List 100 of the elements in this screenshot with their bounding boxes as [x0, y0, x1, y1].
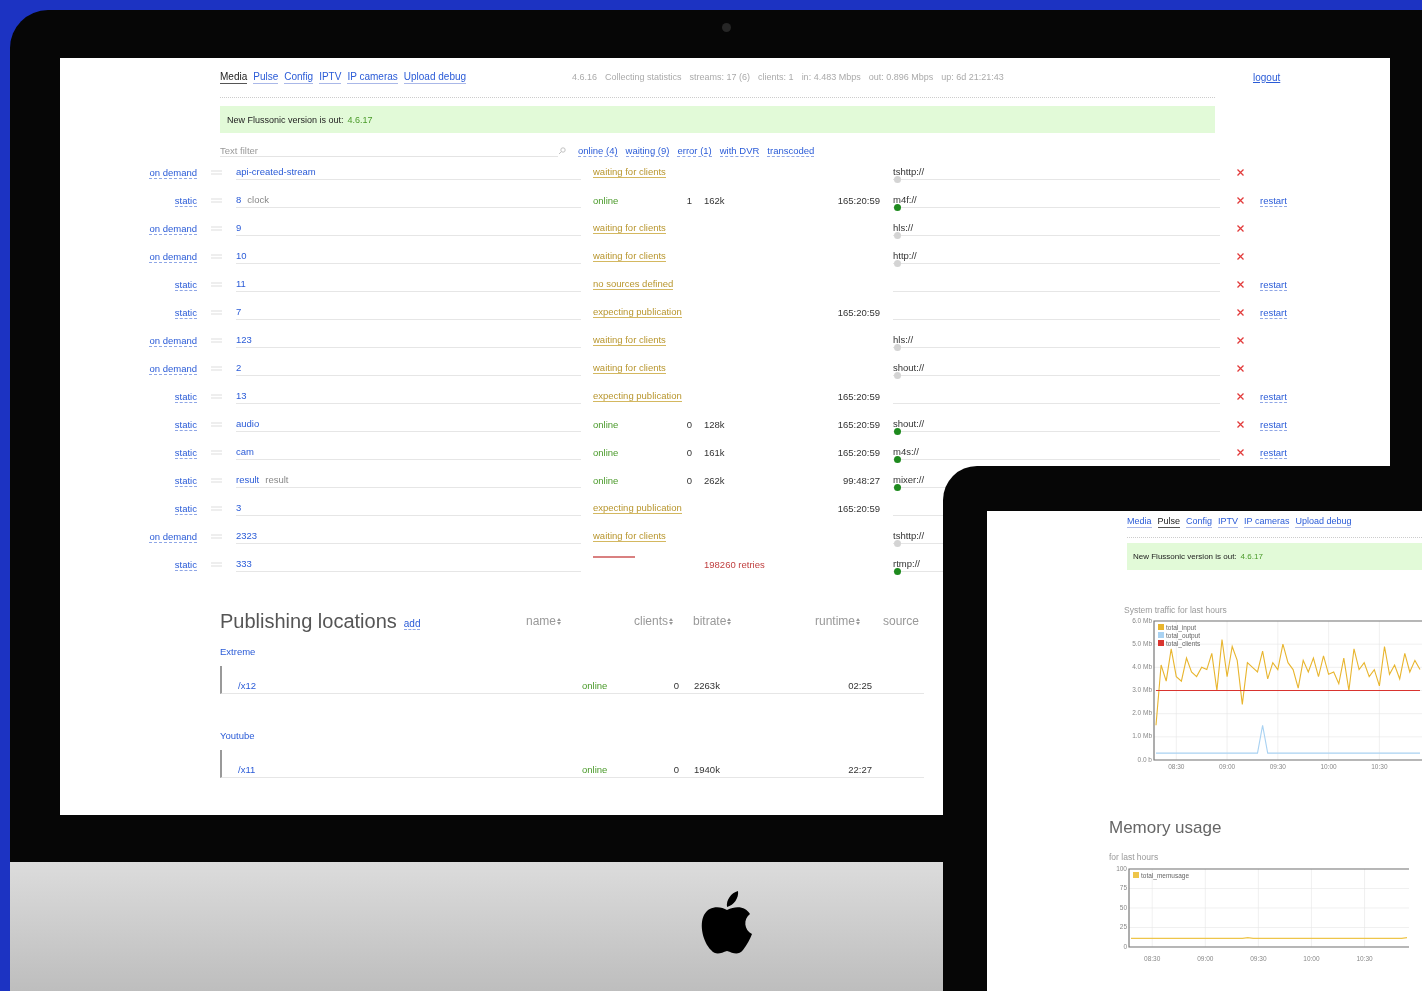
stream-name-link[interactable]: 11	[236, 278, 246, 289]
nav-tab[interactable]: Media	[1127, 514, 1152, 528]
stat-text: clients: 1	[758, 72, 794, 82]
stream-name-link[interactable]: 13	[236, 390, 247, 401]
runtime-text: 02:25	[848, 680, 872, 691]
stream-name-link[interactable]: 123	[236, 334, 252, 345]
delete-icon[interactable]	[1236, 280, 1244, 288]
version-text: 4.6.17	[347, 114, 373, 125]
restart-link[interactable]: restart	[1260, 278, 1287, 291]
delete-icon[interactable]	[1236, 336, 1244, 344]
nav-tab[interactable]: Pulse	[253, 70, 279, 84]
stream-type-link[interactable]: static	[174, 558, 197, 571]
delete-icon[interactable]	[1236, 168, 1244, 176]
restart-link[interactable]: restart	[1260, 418, 1287, 431]
stream-type-link[interactable]: on demand	[149, 222, 197, 235]
delete-icon[interactable]	[1236, 392, 1244, 400]
stream-name-link[interactable]: 2323	[236, 530, 258, 541]
stream-name-link[interactable]: result	[236, 474, 260, 485]
add-link[interactable]: add	[403, 618, 421, 630]
sort-icon[interactable]	[557, 617, 562, 625]
clients-count: 0	[686, 474, 692, 486]
delete-icon[interactable]	[1236, 308, 1244, 316]
restart-link[interactable]: restart	[1260, 194, 1287, 207]
stream-type-link[interactable]: static	[174, 418, 197, 431]
stream-name-link[interactable]: 8	[236, 194, 242, 205]
stream-name-link[interactable]: cam	[236, 446, 254, 457]
stream-name-link[interactable]: audio	[236, 418, 260, 429]
source-url: mixer://	[893, 474, 925, 485]
location-link[interactable]: /x11	[238, 764, 256, 775]
nav-tab[interactable]: Pulse	[1157, 514, 1181, 528]
stream-type-link[interactable]: static	[174, 474, 197, 487]
nav-tab[interactable]: IP cameras	[347, 70, 398, 84]
banner-text: New Flussonic version is out:	[227, 114, 344, 125]
stream-type-link[interactable]: static	[174, 306, 197, 319]
bitrate-text: 1940k	[694, 764, 720, 775]
filter-link[interactable]: online (4)	[578, 145, 618, 157]
retries-text: 198260 retries	[704, 558, 765, 570]
source-url: tshttp://	[893, 530, 925, 541]
stream-name-link[interactable]: api-created-stream	[236, 166, 316, 177]
stream-status: online	[593, 418, 619, 430]
logout-link[interactable]: logout	[1253, 71, 1281, 83]
delete-icon[interactable]	[1236, 196, 1244, 204]
stream-name-link[interactable]: 333	[236, 558, 252, 569]
sort-icon[interactable]	[856, 617, 860, 625]
filter-link[interactable]: with DVR	[719, 145, 760, 157]
location-link[interactable]: /x12	[238, 680, 256, 691]
stream-type-link[interactable]: static	[174, 390, 197, 403]
group-label[interactable]: Youtube	[220, 729, 255, 743]
nav-tab[interactable]: Upload debug	[403, 70, 467, 84]
delete-icon[interactable]	[1236, 420, 1244, 428]
stream-name-link[interactable]: 7	[236, 306, 242, 317]
stream-type-link[interactable]: on demand	[149, 530, 197, 543]
stream-name-link[interactable]: 10	[236, 250, 247, 261]
delete-icon[interactable]	[1236, 252, 1244, 260]
stream-type-link[interactable]: on demand	[149, 166, 197, 179]
filter-link[interactable]: transcoded	[767, 145, 815, 157]
stream-status: no sources defined	[593, 278, 674, 290]
nav-tab[interactable]: Media	[220, 70, 248, 84]
stream-comment: clock	[247, 194, 269, 205]
sort-icon[interactable]	[727, 617, 732, 625]
delete-icon[interactable]	[1236, 448, 1244, 456]
nav-tab[interactable]: Upload debug	[1295, 514, 1352, 528]
stream-status: expecting publication	[593, 390, 682, 402]
sort-icon[interactable]	[669, 617, 673, 625]
nav-tab[interactable]: Config	[284, 70, 314, 84]
nav-tab[interactable]: Config	[1186, 514, 1213, 528]
stream-status: online	[593, 474, 619, 486]
clients-count: 0	[686, 446, 692, 458]
nav-tab[interactable]: IPTV	[1218, 514, 1239, 528]
runtime-text: 165:20:59	[837, 194, 880, 206]
stream-type-link[interactable]: static	[174, 194, 197, 207]
stat-text: Collecting statistics	[605, 72, 682, 82]
banner-text: New Flussonic version is out:	[1133, 552, 1237, 561]
delete-icon[interactable]	[1236, 224, 1244, 232]
delete-icon[interactable]	[1236, 364, 1244, 372]
nav-tab[interactable]: IP cameras	[1244, 514, 1290, 528]
text-filter-field[interactable]: Text filter	[220, 145, 558, 157]
bitrate-text: 262k	[704, 474, 725, 486]
source-url: rtmp://	[893, 558, 920, 569]
stream-name-link[interactable]: 3	[236, 502, 242, 513]
stream-type-link[interactable]: on demand	[149, 334, 197, 347]
group-label[interactable]: Extreme	[220, 645, 256, 659]
stream-name-link[interactable]: 2	[236, 362, 242, 373]
stream-status: waiting for clients	[593, 530, 666, 542]
restart-link[interactable]: restart	[1260, 390, 1287, 403]
filter-link[interactable]: waiting (9)	[625, 145, 670, 157]
stream-type-link[interactable]: static	[174, 502, 197, 515]
stream-status: expecting publication	[593, 306, 682, 318]
restart-link[interactable]: restart	[1260, 446, 1287, 459]
stream-name-link[interactable]: 9	[236, 222, 242, 233]
restart-link[interactable]: restart	[1260, 306, 1287, 319]
stream-type-link[interactable]: on demand	[149, 362, 197, 375]
stream-type-link[interactable]: on demand	[149, 250, 197, 263]
nav-tab[interactable]: IPTV	[319, 70, 342, 84]
search-icon	[558, 147, 566, 155]
stream-type-link[interactable]: static	[174, 446, 197, 459]
source-url: shout://	[893, 362, 925, 373]
filter-link[interactable]: error (1)	[677, 145, 712, 157]
stream-type-link[interactable]: static	[174, 278, 197, 291]
stream-status: waiting for clients	[593, 250, 666, 262]
